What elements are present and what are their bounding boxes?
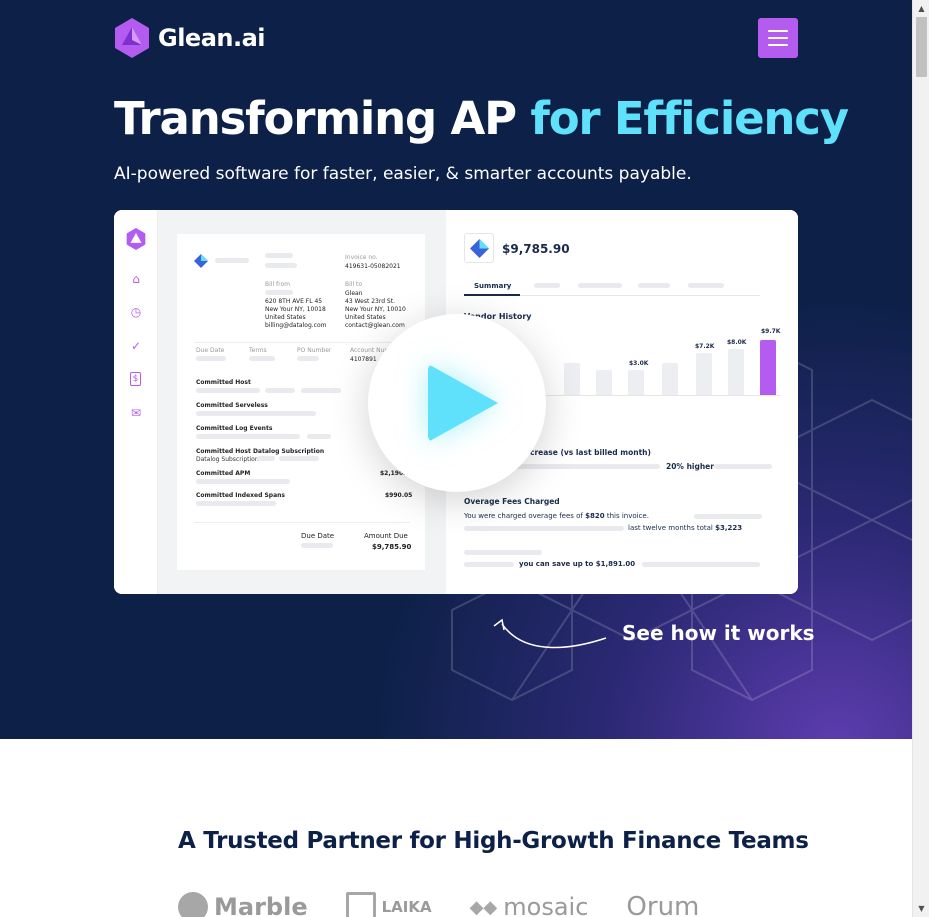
invoice-line-name: Committed Host Datalog Subscription <box>196 448 325 455</box>
history-bar-current <box>760 340 776 395</box>
hero-section: Glean.ai Transforming AP for Efficiency … <box>0 0 912 739</box>
partner-logos: Marble LAIKA ◆◆ mosaic Orum <box>178 892 699 917</box>
overage-line-post: this invoice. <box>604 512 649 520</box>
hero-subhead: AI-powered software for faster, easier, … <box>114 164 692 184</box>
glean-logo-icon <box>126 228 146 250</box>
bill-to-line: New Your NY, 10010 <box>345 306 406 313</box>
amount-due-label: Amount Due <box>364 532 408 540</box>
brand-name: Glean.ai <box>158 24 266 52</box>
home-icon: ⌂ <box>132 272 140 286</box>
history-bar <box>628 370 644 395</box>
bill-to-label: Bill to <box>345 281 363 288</box>
invoice-line-name: Committed Indexed Spans <box>196 492 285 499</box>
invoice-line-name: Committed Log Events <box>196 425 273 432</box>
tab-summary[interactable]: Summary <box>474 282 511 290</box>
marble-logo-icon <box>178 892 208 917</box>
scrollbar-thumb[interactable] <box>916 17 927 77</box>
twelve-months-total: $3,223 <box>715 524 743 532</box>
bill-to-line: Glean <box>345 290 363 297</box>
account-num: 4107891 <box>350 356 377 363</box>
partner-logo-mosaic: ◆◆ mosaic <box>469 893 589 917</box>
twelve-months-label: last twelve months total <box>628 524 716 532</box>
due-date-label: Due Date <box>301 532 335 540</box>
hamburger-menu-icon <box>768 30 788 32</box>
page-scrollbar[interactable]: ▲ ▼ <box>912 0 929 917</box>
partners-section: A Trusted Partner for High-Growth Financ… <box>0 739 912 917</box>
vendor-logo-icon <box>470 239 489 258</box>
bill-from-line: 620 8TH AVE FL 45 <box>265 298 323 305</box>
invoice-no: 419631-05082021 <box>345 263 401 270</box>
bill-to-line: 43 West 23rd St. <box>345 298 395 305</box>
vendor-logo-icon <box>194 254 208 268</box>
dollar-doc-icon: $ <box>130 372 141 386</box>
vendor-logo-box <box>464 233 494 263</box>
col-po-number: PO Number <box>297 347 332 354</box>
history-bar <box>728 349 744 395</box>
partner-logo-orum: Orum <box>626 892 700 917</box>
savings-amount: $1,891.00 <box>595 560 636 568</box>
increase-text: crease (vs last billed month) <box>530 448 651 457</box>
page: Glean.ai Transforming AP for Efficiency … <box>0 0 912 917</box>
partner-logo-laika: LAIKA <box>345 892 432 917</box>
bill-from-line: United States <box>265 314 306 321</box>
invoice-no-label: Invoice no. <box>345 254 378 261</box>
overage-line-pre: You were charged overage fees of <box>464 512 586 520</box>
bar-label: $7.2K <box>695 343 715 350</box>
bill-to-line: contact@glean.com <box>345 322 405 329</box>
mail-icon: ✉ <box>130 406 142 420</box>
bill-from-line: New Your NY, 10018 <box>265 306 326 313</box>
invoice-line-name: Committed Serveless <box>196 402 268 409</box>
amount-due-value: $9,785.90 <box>372 543 412 551</box>
play-video-button[interactable] <box>368 314 546 492</box>
invoice-line-amount: $990.05 <box>385 492 413 499</box>
clock-icon: ◷ <box>130 305 142 319</box>
col-due-date: Due Date <box>196 347 225 354</box>
hamburger-menu-button[interactable] <box>758 18 798 58</box>
glean-logo-icon <box>115 18 149 58</box>
invoice-line-name: Committed APM <box>196 470 251 477</box>
bill-from-label: Bill from <box>265 281 290 288</box>
history-bar <box>564 363 580 395</box>
curved-arrow-icon <box>493 618 607 649</box>
bar-label: $8.0K <box>727 339 747 346</box>
headline-main: Transforming AP <box>114 92 531 145</box>
overage-title: Overage Fees Charged <box>464 497 560 506</box>
increase-value: 20% higher <box>666 462 714 471</box>
preview-sidebar: ⌂ ◷ ✓ $ ✉ <box>114 210 158 594</box>
history-bar <box>696 353 712 395</box>
partners-title: A Trusted Partner for High-Growth Financ… <box>178 828 809 854</box>
invoice-total: $9,785.90 <box>502 242 570 256</box>
overage-amount: $820 <box>585 512 605 520</box>
history-bar <box>596 370 612 395</box>
history-bar <box>662 363 678 395</box>
product-preview-video[interactable]: ⌂ ◷ ✓ $ ✉ Invoice no. 419631-05082021 Bi… <box>114 210 798 594</box>
bill-from-line: billing@datalog.com <box>265 322 327 329</box>
brand-logo[interactable]: Glean.ai <box>114 18 266 58</box>
headline-accent: for Efficiency <box>530 92 849 145</box>
invoice-line-name: Committed Host <box>196 379 251 386</box>
laika-logo-icon <box>345 892 376 917</box>
bar-label: $9.7K <box>761 328 781 335</box>
bill-to-line: United States <box>345 314 386 321</box>
hero-headline: Transforming AP for Efficiency <box>114 92 849 145</box>
bar-label: $3.0K <box>629 360 649 367</box>
mosaic-logo-icon: ◆◆ <box>469 896 498 917</box>
scroll-down-arrow-icon[interactable]: ▼ <box>913 900 929 917</box>
scroll-up-arrow-icon[interactable]: ▲ <box>913 0 929 17</box>
check-circle-icon: ✓ <box>130 339 142 353</box>
savings-pre: you can save up to <box>519 560 596 568</box>
see-how-it-works-link[interactable]: See how it works <box>622 621 815 645</box>
play-icon <box>428 364 498 442</box>
col-terms: Terms <box>249 347 267 354</box>
partner-logo-marble: Marble <box>178 892 308 917</box>
